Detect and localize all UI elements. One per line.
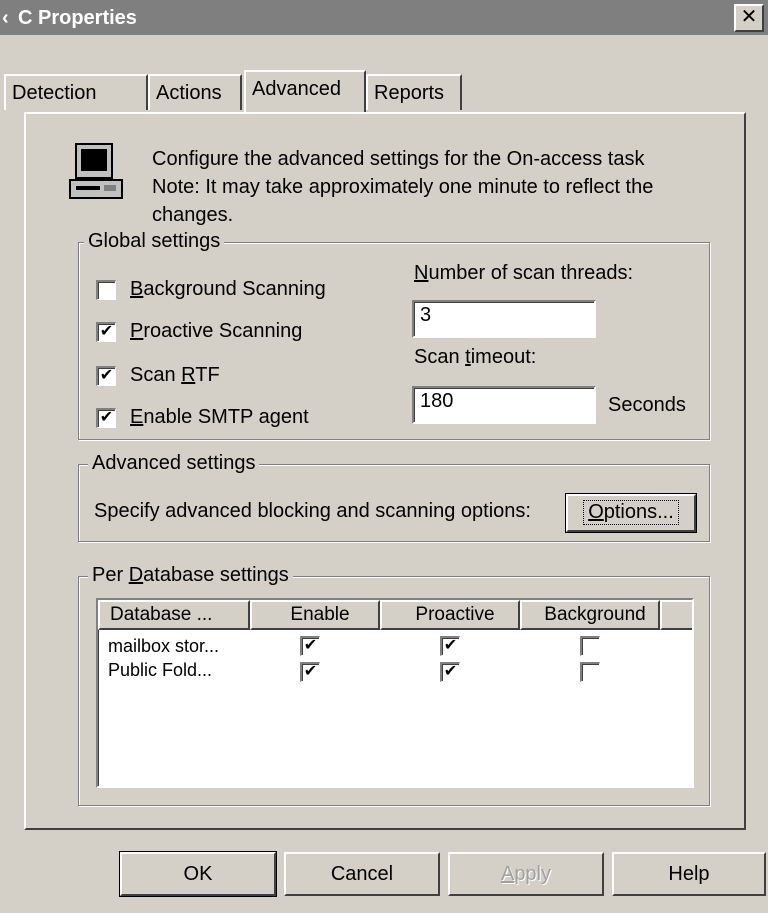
tab-label: Advanced xyxy=(252,78,341,100)
check-icon: ✔ xyxy=(443,637,458,654)
database-name-cell: Public Fold... xyxy=(108,660,213,680)
row-enable-checkbox[interactable]: ✔ xyxy=(300,636,320,656)
background-scanning-label[interactable]: Background Scanning xyxy=(130,278,326,301)
cancel-button[interactable]: Cancel xyxy=(284,852,440,896)
check-icon: ✔ xyxy=(99,367,114,384)
advanced-settings-description: Specify advanced blocking and scanning o… xyxy=(94,500,531,522)
check-icon: ✔ xyxy=(303,637,318,654)
window-title: C Properties xyxy=(18,7,137,29)
intro-line-2: Note: It may take approximately one minu… xyxy=(152,176,654,198)
row-enable-checkbox[interactable]: ✔ xyxy=(300,662,320,682)
proactive-scanning-label[interactable]: Proactive Scanning xyxy=(130,320,302,343)
help-button[interactable]: Help xyxy=(612,852,766,896)
intro-line-3: changes. xyxy=(152,204,234,226)
row-background-checkbox[interactable] xyxy=(580,662,600,682)
per-database-title: Per Database settings xyxy=(88,564,293,587)
computer-monitor-icon xyxy=(69,143,123,199)
tab-label: Reports xyxy=(374,82,445,104)
tab-reports[interactable]: Reports xyxy=(366,74,462,110)
column-header-background[interactable]: Background xyxy=(520,600,660,630)
timeout-unit-label: Seconds xyxy=(608,394,686,416)
scan-threads-input[interactable]: 3 xyxy=(412,300,596,338)
check-icon: ✔ xyxy=(99,323,114,340)
database-list[interactable]: Database ... Enable Proactive Background… xyxy=(96,598,694,788)
advanced-settings-title: Advanced settings xyxy=(88,452,260,475)
check-icon: ✔ xyxy=(443,663,458,680)
title-bar[interactable]: ‹ C Properties ✕ xyxy=(0,0,768,37)
tab-advanced[interactable]: Advanced xyxy=(244,70,366,112)
column-header-database[interactable]: Database ... xyxy=(98,600,250,630)
check-icon: ✔ xyxy=(99,409,114,426)
close-icon: ✕ xyxy=(740,6,758,28)
scan-timeout-label: Scan timeout: xyxy=(414,346,537,368)
database-name-cell: mailbox stor... xyxy=(108,636,220,656)
scan-threads-label: Number of scan threads: xyxy=(414,262,634,284)
column-header-proactive[interactable]: Proactive xyxy=(380,600,520,630)
properties-dialog: ‹ C Properties ✕ Detection Actions Advan… xyxy=(0,0,768,913)
tab-label: Detection xyxy=(12,82,97,104)
ok-button[interactable]: OK xyxy=(119,851,277,897)
row-proactive-checkbox[interactable]: ✔ xyxy=(440,662,460,682)
background-scanning-checkbox[interactable] xyxy=(96,280,116,300)
column-header-enable[interactable]: Enable xyxy=(250,600,380,630)
tab-detection[interactable]: Detection xyxy=(4,74,148,110)
tab-label: Actions xyxy=(156,82,222,104)
scan-timeout-input[interactable]: 180 xyxy=(412,386,596,424)
title-prefix-glyph: ‹ xyxy=(2,7,9,29)
scan-rtf-label[interactable]: Scan RTF xyxy=(130,364,220,387)
scan-rtf-checkbox[interactable]: ✔ xyxy=(96,366,116,386)
column-header-filler xyxy=(660,600,692,630)
check-icon: ✔ xyxy=(303,663,318,680)
options-button[interactable]: Options... xyxy=(565,493,697,533)
intro-line-1: Configure the advanced settings for the … xyxy=(152,148,645,170)
proactive-scanning-checkbox[interactable]: ✔ xyxy=(96,322,116,342)
close-button[interactable]: ✕ xyxy=(734,4,764,32)
enable-smtp-label[interactable]: Enable SMTP agent xyxy=(130,406,309,429)
row-proactive-checkbox[interactable]: ✔ xyxy=(440,636,460,656)
apply-button[interactable]: Apply xyxy=(448,852,604,896)
global-settings-title: Global settings xyxy=(84,230,225,253)
tab-actions[interactable]: Actions xyxy=(148,74,242,110)
enable-smtp-checkbox[interactable]: ✔ xyxy=(96,408,116,428)
row-background-checkbox[interactable] xyxy=(580,636,600,656)
